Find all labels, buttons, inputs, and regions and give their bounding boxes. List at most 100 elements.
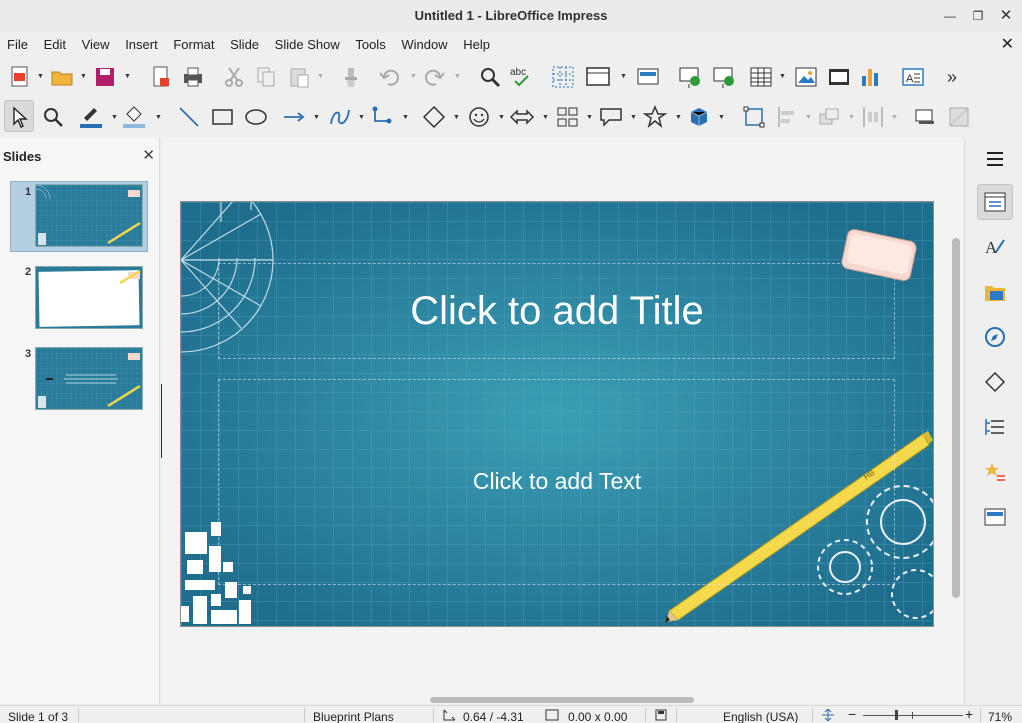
new-dropdown-chevron-icon[interactable]: ▼ — [37, 73, 44, 81]
symbol-shapes-smiley-icon[interactable] — [466, 104, 492, 130]
stars-dropdown-chevron-icon[interactable]: ▼ — [675, 114, 682, 122]
shadow-icon[interactable] — [912, 104, 938, 130]
document-modified-icon[interactable] — [655, 709, 667, 721]
paste-icon[interactable] — [286, 64, 312, 90]
line-color-dropdown-chevron-icon[interactable]: ▼ — [111, 114, 118, 122]
open-dropdown-chevron-icon[interactable]: ▼ — [80, 73, 87, 81]
copy-icon[interactable] — [253, 64, 279, 90]
sidebar-menu-icon[interactable] — [982, 146, 1008, 172]
connectors-dropdown-chevron-icon[interactable]: ▼ — [402, 114, 409, 122]
3d-objects-dropdown-chevron-icon[interactable]: ▼ — [718, 114, 725, 122]
stars-icon[interactable] — [642, 104, 668, 130]
menu-help[interactable]: Help — [457, 33, 496, 57]
start-first-slide-icon[interactable] — [677, 64, 703, 90]
display-views-icon[interactable] — [585, 64, 611, 90]
media-icon[interactable] — [826, 64, 852, 90]
minimize-button[interactable]: — — [942, 8, 958, 24]
save-icon[interactable] — [92, 64, 118, 90]
grid-icon[interactable] — [550, 64, 576, 90]
menu-slide[interactable]: Slide — [224, 33, 265, 57]
redo-dropdown-chevron-icon[interactable]: ▼ — [454, 73, 461, 81]
3d-objects-cube-icon[interactable] — [686, 104, 712, 130]
menu-file[interactable]: File — [0, 33, 34, 57]
shapes-icon[interactable] — [982, 369, 1008, 395]
table-icon[interactable] — [748, 64, 774, 90]
image-icon[interactable] — [793, 64, 819, 90]
print-icon[interactable] — [180, 64, 206, 90]
arrow-line-icon[interactable] — [281, 104, 307, 130]
find-replace-icon[interactable] — [477, 64, 503, 90]
more-options-chevron-icon[interactable]: » — [947, 67, 957, 87]
menu-format[interactable]: Format — [167, 33, 220, 57]
align-objects-icon[interactable] — [774, 104, 800, 130]
block-arrows-dropdown-chevron-icon[interactable]: ▼ — [542, 114, 549, 122]
styles-icon[interactable]: A — [982, 234, 1008, 260]
slide-thumbnail-2[interactable] — [35, 266, 143, 329]
master-slide-name[interactable]: Blueprint Plans — [313, 710, 394, 723]
gallery-icon[interactable] — [982, 279, 1008, 305]
lines-arrows-dropdown-chevron-icon[interactable]: ▼ — [313, 114, 320, 122]
close-slides-pane-icon[interactable]: ✕ — [142, 146, 155, 164]
clone-formatting-icon[interactable] — [338, 64, 364, 90]
arrange-icon[interactable] — [816, 104, 842, 130]
arrange-dropdown-chevron-icon[interactable]: ▼ — [848, 114, 855, 122]
text-language[interactable]: English (USA) — [723, 710, 798, 723]
spelling-icon[interactable]: abc — [509, 64, 535, 90]
zoom-level[interactable]: 71% — [988, 710, 1012, 723]
slide-thumbnail-1[interactable] — [35, 184, 143, 247]
rectangle-tool-icon[interactable] — [209, 104, 235, 130]
zoom-out-button[interactable]: − — [848, 707, 856, 721]
symbol-shapes-dropdown-chevron-icon[interactable]: ▼ — [498, 114, 505, 122]
chart-icon[interactable] — [858, 64, 884, 90]
line-color-icon[interactable] — [78, 104, 104, 130]
undo-dropdown-chevron-icon[interactable]: ▼ — [410, 73, 417, 81]
undo-icon[interactable] — [377, 64, 403, 90]
master-slides-icon[interactable] — [982, 504, 1008, 530]
animation-star-icon[interactable] — [982, 459, 1008, 485]
text-placeholder-text[interactable]: Click to add Text — [180, 468, 934, 495]
start-current-slide-icon[interactable] — [711, 64, 737, 90]
paste-dropdown-chevron-icon[interactable]: ▼ — [317, 73, 324, 81]
navigator-compass-icon[interactable] — [982, 324, 1008, 350]
ellipse-tool-icon[interactable] — [243, 104, 269, 130]
zoom-slider-thumb[interactable] — [895, 710, 898, 720]
curve-tool-icon[interactable] — [327, 104, 353, 130]
zoom-slider-track[interactable] — [863, 715, 963, 716]
menu-view[interactable]: View — [76, 33, 116, 57]
connector-tool-icon[interactable] — [370, 104, 396, 130]
fill-color-dropdown-chevron-icon[interactable]: ▼ — [155, 114, 162, 122]
export-pdf-icon[interactable] — [148, 64, 174, 90]
crop-image-icon[interactable] — [946, 104, 972, 130]
properties-icon[interactable] — [982, 189, 1008, 215]
maximize-button[interactable]: ❐ — [970, 8, 986, 24]
vertical-scrollbar[interactable] — [952, 238, 960, 598]
table-dropdown-chevron-icon[interactable]: ▼ — [779, 73, 786, 81]
flowchart-dropdown-chevron-icon[interactable]: ▼ — [586, 114, 593, 122]
save-dropdown-chevron-icon[interactable]: ▼ — [124, 73, 131, 81]
display-views-dropdown-chevron-icon[interactable]: ▼ — [620, 73, 627, 81]
slide-transition-icon[interactable] — [982, 414, 1008, 440]
horizontal-scrollbar[interactable] — [430, 697, 694, 703]
open-folder-icon[interactable] — [49, 64, 75, 90]
fill-color-icon[interactable] — [121, 104, 147, 130]
distribute-icon[interactable] — [860, 104, 886, 130]
callout-icon[interactable] — [598, 104, 624, 130]
fit-slide-icon[interactable] — [821, 709, 835, 721]
text-box-icon[interactable]: A — [900, 64, 926, 90]
slide-thumbnail-3[interactable] — [35, 347, 143, 410]
line-tool-icon[interactable] — [176, 104, 202, 130]
callouts-dropdown-chevron-icon[interactable]: ▼ — [630, 114, 637, 122]
menu-window[interactable]: Window — [395, 33, 453, 57]
basic-shapes-dropdown-chevron-icon[interactable]: ▼ — [453, 114, 460, 122]
points-edit-icon[interactable] — [741, 104, 767, 130]
menu-insert[interactable]: Insert — [119, 33, 164, 57]
curves-dropdown-chevron-icon[interactable]: ▼ — [358, 114, 365, 122]
menu-tools[interactable]: Tools — [349, 33, 391, 57]
block-arrows-icon[interactable] — [509, 104, 535, 130]
cut-icon[interactable] — [221, 64, 247, 90]
basic-shapes-diamond-icon[interactable] — [421, 104, 447, 130]
close-document-button[interactable]: ✕ — [1001, 36, 1014, 54]
zoom-pan-icon[interactable] — [40, 104, 66, 130]
master-slide-icon[interactable] — [635, 64, 661, 90]
close-window-button[interactable]: ✕ — [998, 8, 1014, 24]
